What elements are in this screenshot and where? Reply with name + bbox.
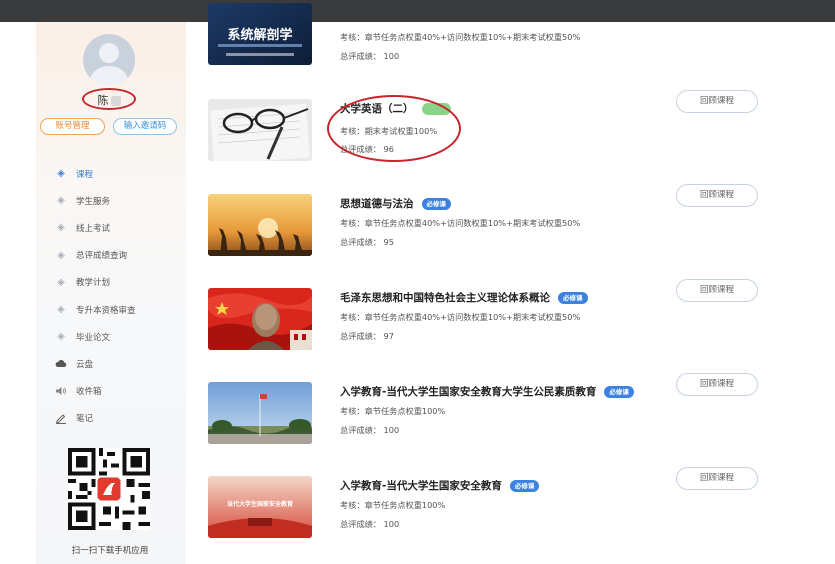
- course-thumbnail[interactable]: [208, 288, 312, 350]
- cube-icon: ◈: [57, 249, 65, 261]
- course-thumbnail[interactable]: [208, 194, 312, 256]
- sidebar-item-inbox[interactable]: 收件箱: [54, 378, 184, 405]
- course-total-score: 总评成绩： 100: [340, 51, 400, 61]
- sidebar-item-label: 云盘: [76, 359, 94, 370]
- course-exam-rule: 考核：章节任务点权重100%: [340, 500, 446, 510]
- course-total-score: 总评成绩： 100: [340, 519, 400, 529]
- course-thumbnail[interactable]: 当代大学生国家安全教育: [208, 476, 312, 538]
- course-thumbnail[interactable]: [208, 99, 312, 161]
- course-title[interactable]: 入学教育-当代大学生国家安全教育大学生公民素质教育 必修课: [340, 384, 634, 399]
- course-thumbnail[interactable]: 系统解剖学: [208, 3, 312, 65]
- review-course-button[interactable]: 回顾课程: [676, 467, 758, 490]
- sidebar-menu: ◈ 课程 ◈ 学生服务 ◈ 线上考试 ◈ 总评成绩查询 ◈ 教学计划 ◈ 专升本…: [54, 160, 184, 432]
- course-card: 思想道德与法治 必修课 考核：章节任务点权重40%+访问数权重10%+期末考试权重…: [206, 184, 766, 276]
- course-card: 大学英语（二） 必修课 考核：期末考试权重100% 总评成绩： 96 回顾课程: [206, 90, 766, 181]
- avatar-body: [90, 66, 128, 86]
- course-title-text: 入学教育-当代大学生国家安全教育: [340, 480, 502, 492]
- sidebar-item-label: 课程: [76, 169, 94, 180]
- account-management-button[interactable]: 账号管理: [40, 118, 105, 135]
- course-total-score: 总评成绩： 97: [340, 331, 394, 341]
- sidebar-item-label: 收件箱: [76, 387, 102, 398]
- qr-caption: 扫一扫下载手机应用: [71, 546, 149, 556]
- sidebar-item-cloud-drive[interactable]: 云盘: [54, 350, 184, 377]
- sidebar-item-upgrade-review[interactable]: ◈ 专升本资格审查: [54, 296, 184, 323]
- annotation-circle-name: [82, 88, 136, 110]
- course-title-text: 思想道德与法治: [340, 198, 414, 210]
- course-card: 入学教育-当代大学生国家安全教育大学生公民素质教育 必修课 考核：章节任务点权重1…: [206, 373, 766, 464]
- review-course-button[interactable]: 回顾课程: [676, 184, 758, 207]
- cube-icon: ◈: [57, 331, 65, 343]
- course-title[interactable]: 毛泽东思想和中国特色社会主义理论体系概论 必修课: [340, 290, 588, 305]
- cube-icon: ◈: [57, 276, 65, 288]
- course-card: 毛泽东思想和中国特色社会主义理论体系概论 必修课 考核：章节任务点权重40%+访问…: [206, 279, 766, 370]
- sidebar-item-label: 线上考试: [76, 223, 111, 234]
- sidebar-item-label: 专升本资格审查: [76, 305, 136, 316]
- sidebar-item-label: 教学计划: [76, 278, 111, 289]
- sidebar-item-label: 学生服务: [76, 196, 111, 207]
- review-course-button[interactable]: 回顾课程: [676, 279, 758, 302]
- cube-icon: ◈: [57, 168, 65, 180]
- required-course-badge: 必修课: [558, 292, 588, 304]
- review-course-button[interactable]: 回顾课程: [676, 373, 758, 396]
- course-title-text: 入学教育-当代大学生国家安全教育大学生公民素质教育: [340, 386, 597, 398]
- course-title[interactable]: 入学教育-当代大学生国家安全教育 必修课: [340, 478, 540, 493]
- course-exam-rule: 考核：章节任务点权重40%+访问数权重10%+期末考试权重50%: [340, 32, 581, 42]
- course-exam-rule: 考核：章节任务点权重40%+访问数权重10%+期末考试权重50%: [340, 218, 581, 228]
- avatar-head: [99, 43, 119, 63]
- course-thumbnail-caption: 系统解剖学: [227, 27, 292, 43]
- course-card: 当代大学生国家安全教育 入学教育-当代大学生国家安全教育 必修课 考核：章节任务点…: [206, 467, 766, 558]
- course-exam-rule: 考核：章节任务点权重100%: [340, 406, 446, 416]
- course-exam-rule: 考核：章节任务点权重40%+访问数权重10%+期末考试权重50%: [340, 312, 581, 322]
- review-course-button[interactable]: 回顾课程: [676, 90, 758, 113]
- course-total-score: 总评成绩： 100: [340, 425, 400, 435]
- course-thumbnail-caption: 当代大学生国家安全教育: [227, 500, 293, 508]
- cube-icon: ◈: [57, 222, 65, 234]
- required-course-badge: 必修课: [421, 198, 451, 210]
- sidebar-item-thesis[interactable]: ◈ 毕业论文: [54, 323, 184, 350]
- pen-icon: [54, 411, 68, 425]
- sidebar-item-label: 毕业论文: [76, 332, 111, 343]
- sidebar-item-label: 总评成绩查询: [76, 251, 128, 262]
- sidebar: 陈 账号管理 输入邀请码 ◈ 课程 ◈ 学生服务 ◈ 线上考试 ◈ 总评成绩查询…: [36, 22, 186, 564]
- cube-icon: ◈: [57, 195, 65, 207]
- sidebar-item-label: 笔记: [76, 414, 94, 425]
- sidebar-item-online-exam[interactable]: ◈ 线上考试: [54, 214, 184, 241]
- course-total-score: 总评成绩： 95: [340, 237, 394, 247]
- sidebar-item-notes[interactable]: 笔记: [54, 405, 184, 432]
- qr-code: [68, 448, 150, 530]
- cube-icon: ◈: [57, 304, 65, 316]
- avatar[interactable]: [83, 34, 135, 86]
- cloud-icon: [54, 357, 68, 371]
- speaker-icon: [54, 384, 68, 398]
- required-course-badge: 必修课: [604, 386, 634, 398]
- required-course-badge: 必修课: [509, 480, 540, 492]
- course-card: 系统解剖学 考核：章节任务点权重40%+访问数权重10%+期末考试权重50% 总…: [206, 3, 766, 85]
- sidebar-item-grade-query[interactable]: ◈ 总评成绩查询: [54, 242, 184, 269]
- sidebar-item-teaching-plan[interactable]: ◈ 教学计划: [54, 269, 184, 296]
- course-title[interactable]: 思想道德与法治 必修课: [340, 196, 451, 211]
- sidebar-item-student-services[interactable]: ◈ 学生服务: [54, 187, 184, 214]
- annotation-circle-course: [327, 95, 461, 162]
- sidebar-item-courses[interactable]: ◈ 课程: [54, 160, 184, 187]
- course-title-text: 毛泽东思想和中国特色社会主义理论体系概论: [340, 292, 550, 304]
- enter-invite-code-button[interactable]: 输入邀请码: [113, 118, 177, 135]
- course-thumbnail[interactable]: [208, 382, 312, 444]
